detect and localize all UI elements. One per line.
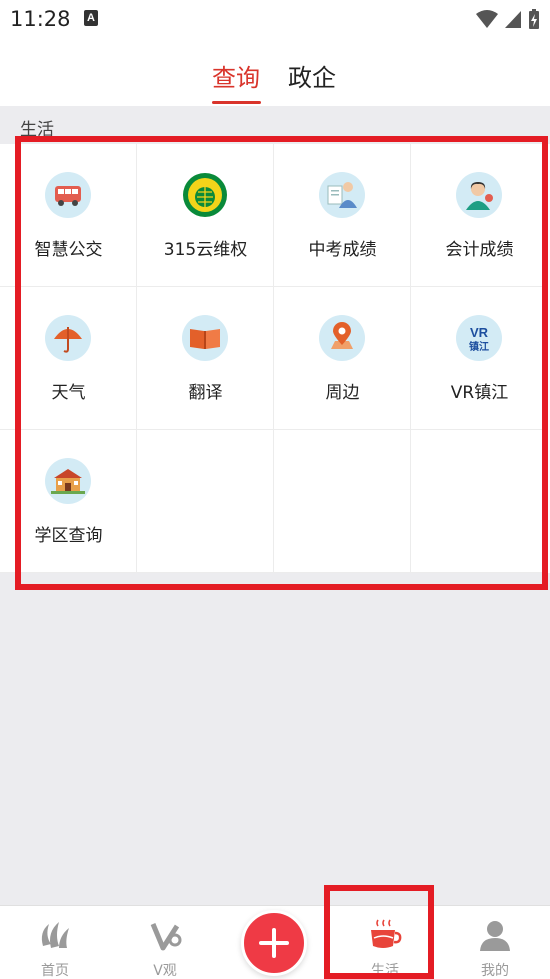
service-accountant-score[interactable]: 会计成绩 bbox=[411, 144, 548, 287]
service-label: 翻译 bbox=[188, 383, 223, 403]
nav-label: 首页 bbox=[41, 963, 69, 979]
battery-icon bbox=[529, 9, 539, 29]
service-school-district[interactable]: 学区查询 bbox=[0, 430, 137, 573]
service-weather[interactable]: 天气 bbox=[0, 287, 137, 430]
vr-badge-text: 镇江 bbox=[469, 340, 489, 353]
service-translate[interactable]: 翻译 bbox=[137, 287, 274, 430]
services-grid: 智慧公交 315云维权 中考成绩 会计成绩 天气 翻译 周边 VR 镇江 VR镇… bbox=[0, 144, 550, 573]
service-label: 会计成绩 bbox=[445, 240, 514, 260]
nav-item-home[interactable]: 首页 bbox=[0, 906, 110, 979]
wifi-icon bbox=[476, 10, 498, 28]
umbrella-icon bbox=[45, 315, 91, 361]
publish-plus-button[interactable] bbox=[241, 910, 307, 976]
service-label: 315云维权 bbox=[163, 240, 248, 260]
cup-icon bbox=[371, 919, 402, 948]
home-logo-icon bbox=[41, 922, 69, 948]
service-exam-score[interactable]: 中考成绩 bbox=[274, 144, 411, 287]
exam-score-icon bbox=[319, 172, 365, 218]
status-icons bbox=[476, 8, 540, 30]
nav-label: 生活 bbox=[371, 963, 399, 979]
nav-item-mine[interactable]: 我的 bbox=[440, 906, 550, 979]
service-nearby[interactable]: 周边 bbox=[274, 287, 411, 430]
empty-cell bbox=[274, 430, 411, 573]
school-icon bbox=[45, 458, 91, 504]
accountant-score-icon bbox=[456, 172, 502, 218]
signal-icon bbox=[505, 11, 521, 28]
section-title: 生活 bbox=[20, 120, 54, 140]
header: 查询 政企 bbox=[0, 38, 550, 106]
empty-cell bbox=[411, 430, 548, 573]
service-label: 中考成绩 bbox=[308, 240, 377, 260]
nav-item-v-view[interactable]: V观 bbox=[110, 906, 220, 979]
service-label: 学区查询 bbox=[34, 526, 103, 546]
v-icon bbox=[150, 923, 182, 951]
service-label: 周边 bbox=[325, 383, 360, 403]
empty-cell bbox=[137, 430, 274, 573]
book-icon bbox=[182, 315, 228, 361]
tab-query[interactable]: 查询 bbox=[212, 58, 260, 93]
service-label: 智慧公交 bbox=[34, 240, 103, 260]
status-bar: 11:28 A bbox=[0, 0, 550, 38]
svg-text:VR: VR bbox=[470, 325, 489, 340]
vr-icon: VR 镇江 bbox=[456, 315, 502, 361]
service-smart-bus[interactable]: 智慧公交 bbox=[0, 144, 137, 287]
service-label: VR镇江 bbox=[450, 383, 509, 403]
nav-label: V观 bbox=[153, 963, 177, 979]
notification-icon: A bbox=[84, 10, 98, 26]
plus-icon bbox=[259, 928, 289, 958]
service-label: 天气 bbox=[51, 383, 86, 403]
location-pin-icon bbox=[319, 315, 365, 361]
service-315-rights[interactable]: 315云维权 bbox=[137, 144, 274, 287]
tab-government[interactable]: 政企 bbox=[288, 58, 336, 93]
active-tab-indicator bbox=[212, 101, 261, 104]
profile-icon bbox=[480, 921, 510, 951]
service-vr-zhenjiang[interactable]: VR 镇江 VR镇江 bbox=[411, 287, 548, 430]
nav-label: 我的 bbox=[481, 963, 509, 979]
consumer-rights-icon bbox=[182, 172, 228, 218]
nav-item-life[interactable]: 生活 bbox=[330, 906, 440, 979]
bus-icon bbox=[45, 172, 91, 218]
status-time: 11:28 bbox=[10, 7, 71, 31]
